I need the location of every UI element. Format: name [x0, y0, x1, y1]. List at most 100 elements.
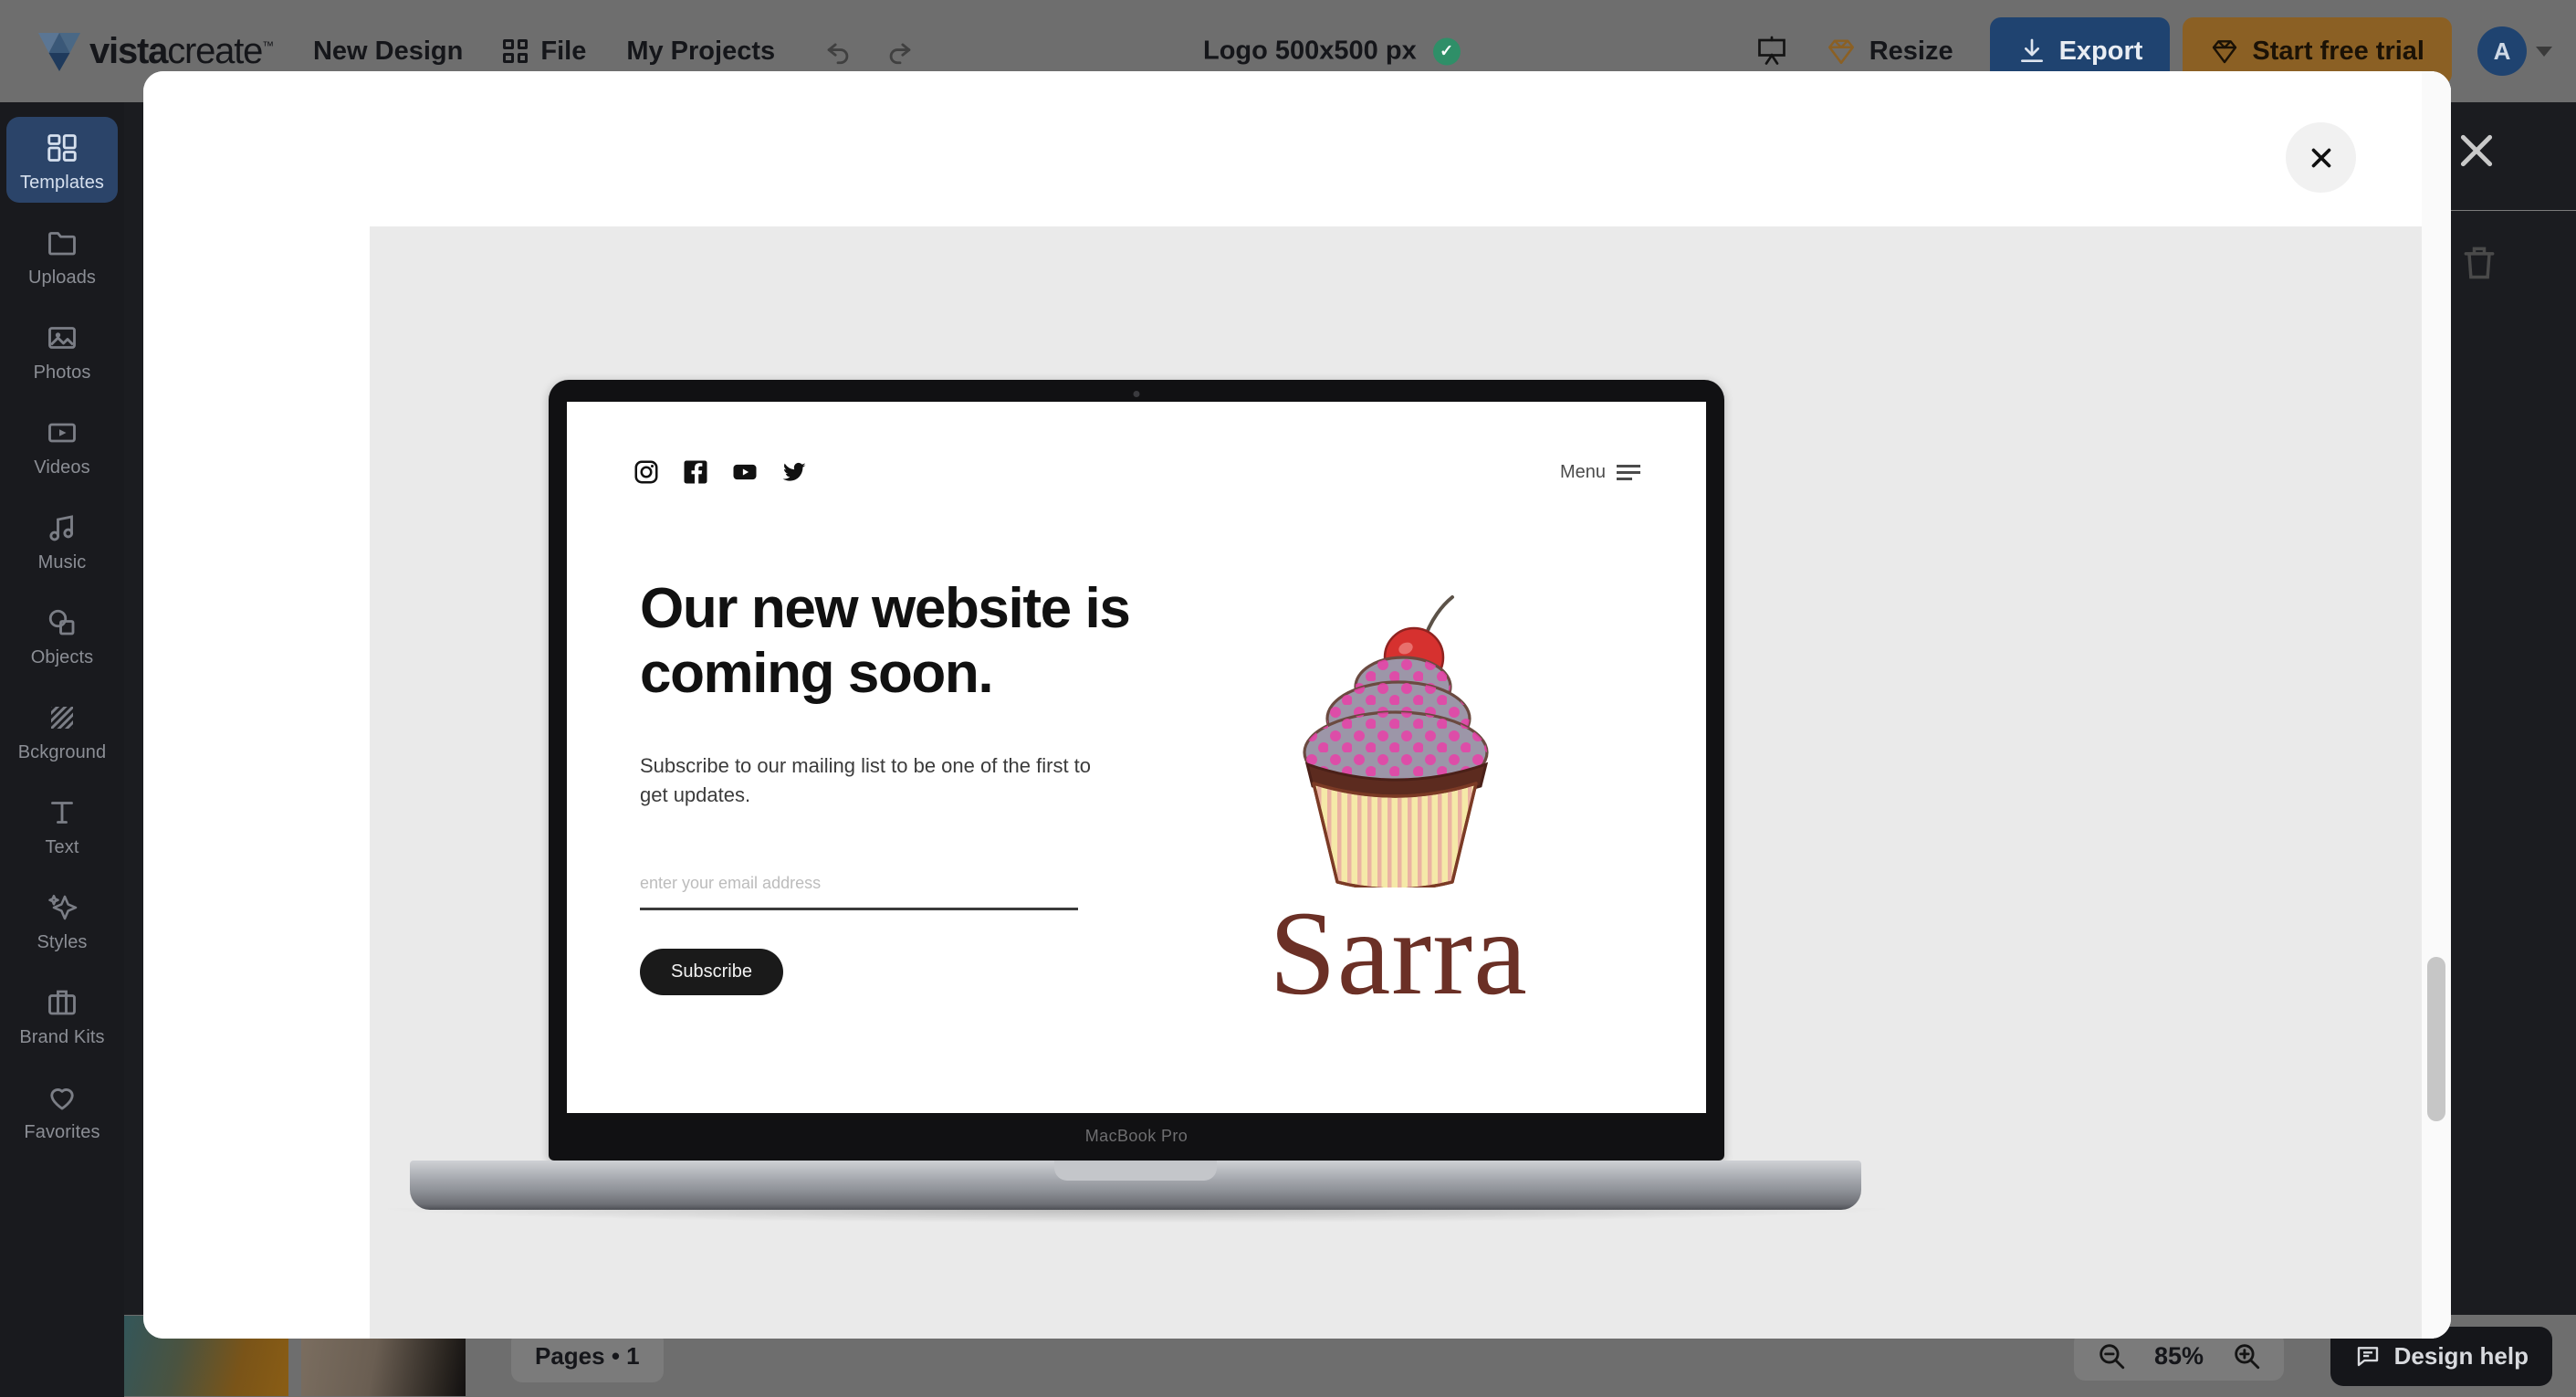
left-sidebar: Templates Uploads Photos Videos Music Ob… [0, 102, 124, 1397]
trash-icon[interactable] [2459, 242, 2499, 282]
folder-icon [44, 225, 80, 261]
modal-header [370, 71, 2451, 226]
sidebar-item-videos[interactable]: Videos [6, 402, 118, 488]
sidebar-item-favorites[interactable]: Favorites [6, 1066, 118, 1152]
undo-arrow-icon[interactable] [822, 36, 853, 67]
sidebar-item-label: Objects [30, 647, 94, 667]
youtube-icon[interactable] [731, 458, 759, 486]
sidebar-item-text[interactable]: Text [6, 782, 118, 867]
sidebar-item-objects[interactable]: Objects [6, 592, 118, 677]
website-body: Our new website is coming soon. Subscrib… [633, 577, 1640, 1014]
sidebar-item-label: Templates [19, 173, 105, 193]
website-headline: Our new website is coming soon. [640, 577, 1131, 705]
templates-grid-icon [44, 130, 80, 166]
avatar[interactable]: A [2477, 26, 2527, 76]
modal-close-button[interactable] [2286, 122, 2356, 193]
cloud-check-icon: ✓ [1432, 37, 1461, 65]
nav-my-projects[interactable]: My Projects [626, 37, 775, 67]
sidebar-item-label: Favorites [24, 1122, 100, 1142]
sidebar-item-music[interactable]: Music [6, 497, 118, 583]
music-note-icon [44, 509, 80, 546]
nav-new-design-label: New Design [312, 36, 464, 66]
email-field[interactable]: enter your email address [640, 874, 1078, 911]
email-placeholder: enter your email address [640, 874, 822, 893]
website-subtext: Subscribe to our mailing list to be one … [640, 754, 1092, 807]
vistacreate-logo-icon [38, 33, 80, 71]
website-menu-button[interactable]: Menu [1560, 462, 1640, 483]
sidebar-item-label: Styles [37, 932, 88, 952]
nav-file[interactable]: File [503, 37, 586, 67]
laptop-shadow [388, 1208, 1885, 1223]
sidebar-item-uploads[interactable]: Uploads [6, 212, 118, 298]
nav-file-label: File [540, 36, 587, 66]
sidebar-item-styles[interactable]: Styles [6, 877, 118, 962]
logo-wordmark: vistacreate™ [89, 30, 274, 72]
sidebar-item-brand-kits[interactable]: Brand Kits [6, 972, 118, 1057]
subscribe-button[interactable]: Subscribe [640, 949, 783, 996]
text-t-icon [44, 794, 80, 831]
nav-new-design[interactable]: New Design [313, 37, 463, 67]
nav-my-projects-label: My Projects [626, 36, 776, 66]
heart-icon [44, 1079, 80, 1116]
redo-arrow-icon[interactable] [885, 36, 916, 67]
modal-left-panel [143, 71, 370, 1339]
sidebar-item-label: Bckground [17, 742, 107, 762]
device-label: MacBook Pro [1084, 1127, 1189, 1145]
shapes-icon [44, 604, 80, 641]
download-icon [2020, 38, 2043, 62]
website-left-column: Our new website is coming soon. Subscrib… [633, 577, 1157, 1014]
sidebar-item-label: Brand Kits [19, 1027, 105, 1047]
close-x-icon [2311, 148, 2330, 167]
twitter-icon[interactable] [780, 458, 808, 486]
zoom-value: 85% [2153, 1341, 2204, 1370]
modal-scrollbar-track[interactable] [2422, 71, 2451, 1339]
laptop-base [410, 1161, 1861, 1210]
vistacreate-logo[interactable]: vistacreate™ [38, 30, 274, 72]
account-menu[interactable]: A [2477, 26, 2552, 76]
modal-scrollbar-thumb[interactable] [2427, 957, 2445, 1121]
resize-label: Resize [1869, 36, 1953, 66]
resize-button[interactable]: Resize [1804, 36, 1975, 67]
grid-icon [503, 38, 529, 64]
cupcake-icon [1303, 595, 1489, 888]
website-preview: Menu Our new website is coming soon. Sub… [567, 402, 1706, 1113]
design-help-label: Design help [2393, 1341, 2529, 1370]
sidebar-item-templates[interactable]: Templates [6, 117, 118, 203]
menu-label: Menu [1559, 461, 1606, 482]
zoom-controls: 85% [2074, 1331, 2284, 1381]
preview-stage: MacBook Pro Menu Our new website is comi… [370, 226, 2451, 1339]
zoom-out-icon[interactable] [2096, 1340, 2127, 1371]
export-label: Export [2058, 36, 2143, 66]
logo-text-light: create [167, 30, 263, 71]
sidebar-item-background[interactable]: Bckground [6, 687, 118, 772]
modal-content-area: MacBook Pro Menu Our new website is comi… [370, 71, 2451, 1339]
macbook-mockup: MacBook Pro Menu Our new website is comi… [388, 380, 1885, 1223]
logo-text-bold: vista [89, 30, 168, 71]
instagram-icon[interactable] [633, 458, 660, 486]
template-preview-modal: MacBook Pro Menu Our new website is comi… [143, 71, 2451, 1339]
document-title[interactable]: Logo 500x500 px ✓ [1203, 37, 1461, 67]
camera-dot-icon [1133, 391, 1140, 397]
hamburger-icon [1617, 464, 1640, 480]
chevron-down-icon[interactable] [2536, 46, 2552, 57]
sparkle-icon [44, 889, 80, 926]
website-right-column: Sarra [1157, 577, 1640, 1014]
trial-label: Start free trial [2252, 36, 2424, 66]
sidebar-item-photos[interactable]: Photos [6, 307, 118, 393]
close-x-icon[interactable] [2454, 128, 2499, 173]
sidebar-item-label: Uploads [27, 268, 97, 288]
laptop-screen: Menu Our new website is coming soon. Sub… [567, 402, 1706, 1113]
zoom-in-icon[interactable] [2231, 1340, 2262, 1371]
hatch-pattern-icon [44, 699, 80, 736]
presentation-icon [1757, 36, 1785, 65]
brand-name: Sarra [1269, 886, 1528, 1020]
chat-bubble-icon [2357, 1347, 2378, 1367]
laptop-lid: MacBook Pro Menu Our new website is comi… [549, 380, 1724, 1161]
logo-tm: ™ [262, 38, 274, 53]
social-links [633, 458, 808, 486]
email-underline [640, 908, 1078, 911]
sidebar-item-label: Videos [34, 457, 90, 478]
document-title-text: Logo 500x500 px [1203, 36, 1417, 66]
facebook-icon[interactable] [682, 458, 709, 486]
image-icon [44, 320, 80, 356]
